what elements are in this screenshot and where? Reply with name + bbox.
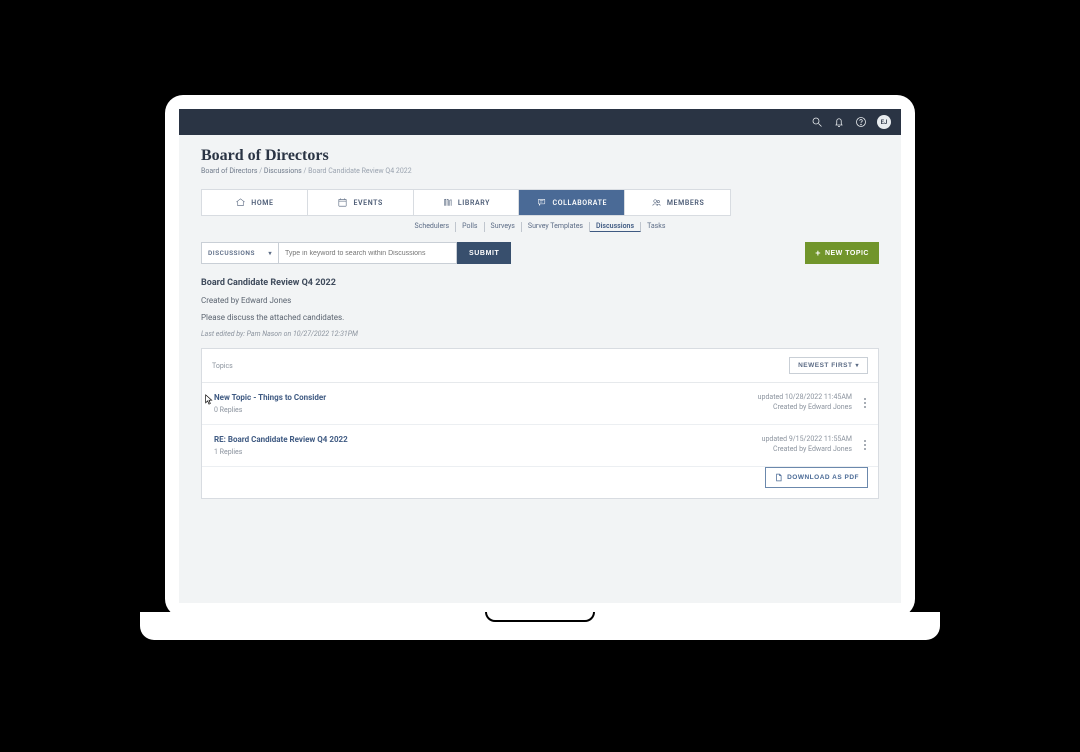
tab-collaborate-label: COLLABORATE: [553, 199, 608, 207]
topic-row: New Topic - Things to Consider 0 Replies…: [202, 383, 878, 425]
sort-label: NEWEST FIRST: [798, 362, 852, 369]
page-header: Board of Directors Board of Directors / …: [179, 135, 901, 183]
laptop-notch: [485, 612, 595, 622]
topics-header: Topics NEWEST FIRST ▾: [202, 349, 878, 383]
download-pdf-button[interactable]: DOWNLOAD AS PDF: [765, 467, 868, 488]
plus-icon: +: [815, 249, 821, 258]
breadcrumb-link-0[interactable]: Board of Directors: [201, 167, 258, 175]
help-icon[interactable]: [855, 113, 867, 132]
laptop-frame: EJ Board of Directors Board of Directors…: [165, 95, 915, 617]
tab-collaborate[interactable]: COLLABORATE: [519, 190, 625, 215]
tab-members[interactable]: MEMBERS: [625, 190, 730, 215]
thread-description: Please discuss the attached candidates.: [201, 313, 879, 322]
page-title: Board of Directors: [201, 147, 879, 165]
avatar[interactable]: EJ: [877, 115, 891, 129]
cursor-icon: [205, 390, 213, 401]
breadcrumb: Board of Directors / Discussions / Board…: [201, 167, 879, 175]
home-icon: [235, 197, 246, 208]
chevron-down-icon: ▾: [268, 250, 272, 257]
chat-icon: [537, 197, 548, 208]
search-row: DISCUSSIONS ▾ SUBMIT + NEW TOPIC: [201, 242, 879, 264]
tab-events[interactable]: EVENTS: [308, 190, 414, 215]
document-icon: [774, 473, 783, 482]
tab-home-label: HOME: [251, 199, 273, 207]
topics-header-label: Topics: [212, 362, 233, 370]
tab-members-label: MEMBERS: [667, 199, 705, 207]
submit-button[interactable]: SUBMIT: [457, 242, 511, 264]
library-icon: [442, 197, 453, 208]
topic-meta: updated 10/28/2022 11:45AM Created by Ed…: [758, 393, 852, 414]
topics-box: Topics NEWEST FIRST ▾ New Topic - Things…: [201, 348, 879, 499]
topbar: EJ: [179, 109, 901, 135]
breadcrumb-current: Board Candidate Review Q4 2022: [308, 167, 412, 175]
thread-creator: Created by Edward Jones: [201, 296, 879, 305]
topic-meta: updated 9/15/2022 11:55AM Created by Edw…: [762, 435, 852, 456]
sort-button[interactable]: NEWEST FIRST ▾: [789, 357, 868, 374]
subtab-tasks[interactable]: Tasks: [641, 222, 671, 232]
members-icon: [651, 197, 662, 208]
app-screen: EJ Board of Directors Board of Directors…: [179, 109, 901, 603]
thread-info: Board Candidate Review Q4 2022 Created b…: [201, 278, 879, 338]
subtabs: Schedulers Polls Surveys Survey Template…: [179, 222, 901, 232]
chevron-down-icon: ▾: [855, 362, 859, 369]
topic-created-by: Created by Edward Jones: [762, 445, 852, 453]
bell-icon[interactable]: [833, 113, 845, 132]
tab-library[interactable]: LIBRARY: [414, 190, 520, 215]
subtab-surveys[interactable]: Surveys: [485, 222, 522, 232]
tab-library-label: LIBRARY: [458, 199, 490, 207]
topic-created-by: Created by Edward Jones: [758, 403, 852, 411]
breadcrumb-link-1[interactable]: Discussions: [264, 167, 302, 175]
avatar-initials: EJ: [881, 119, 888, 126]
search-icon[interactable]: [811, 113, 823, 132]
new-topic-button[interactable]: + NEW TOPIC: [805, 242, 879, 264]
topic-updated: updated 9/15/2022 11:55AM: [762, 435, 852, 443]
topic-title-link[interactable]: New Topic - Things to Consider: [214, 393, 326, 402]
topic-updated: updated 10/28/2022 11:45AM: [758, 393, 852, 401]
download-pdf-label: DOWNLOAD AS PDF: [787, 474, 859, 481]
subtab-polls[interactable]: Polls: [456, 222, 484, 232]
topic-replies: 0 Replies: [214, 406, 326, 414]
search-scope-select[interactable]: DISCUSSIONS ▾: [201, 242, 279, 264]
tab-home[interactable]: HOME: [202, 190, 308, 215]
thread-last-edited: Last edited by: Pam Nason on 10/27/2022 …: [201, 330, 879, 338]
laptop-base: [140, 612, 940, 640]
main-tabs: HOME EVENTS LIBRARY COLLABORATE MEMBERS: [201, 189, 731, 216]
thread-title: Board Candidate Review Q4 2022: [201, 278, 879, 288]
tab-events-label: EVENTS: [353, 199, 382, 207]
new-topic-label: NEW TOPIC: [825, 250, 869, 257]
kebab-menu[interactable]: [860, 435, 870, 455]
kebab-menu[interactable]: [860, 393, 870, 413]
calendar-icon: [337, 197, 348, 208]
search-input[interactable]: [279, 242, 457, 264]
search-scope-label: DISCUSSIONS: [208, 249, 255, 257]
subtab-discussions[interactable]: Discussions: [590, 222, 641, 232]
topic-replies: 1 Replies: [214, 448, 348, 456]
subtab-survey-templates[interactable]: Survey Templates: [522, 222, 590, 232]
subtab-schedulers[interactable]: Schedulers: [409, 222, 457, 232]
topic-row: RE: Board Candidate Review Q4 2022 1 Rep…: [202, 425, 878, 467]
topic-title-link[interactable]: RE: Board Candidate Review Q4 2022: [214, 435, 348, 444]
